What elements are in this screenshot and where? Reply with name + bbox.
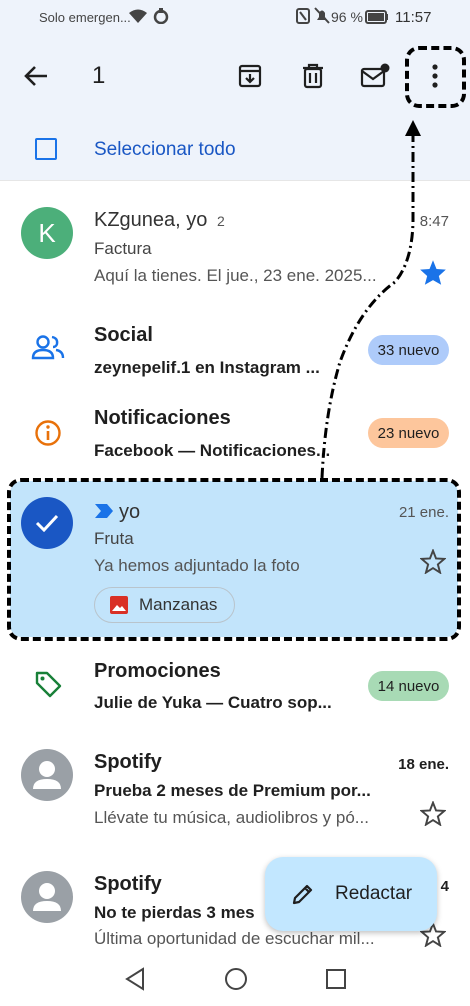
thread-count: 2 bbox=[216, 213, 225, 229]
battery-icon bbox=[365, 10, 389, 27]
avatar bbox=[21, 749, 73, 801]
app-notification-icon bbox=[152, 8, 170, 27]
mail-unread-icon bbox=[360, 63, 390, 88]
nav-home-icon[interactable] bbox=[224, 967, 248, 996]
avatar bbox=[21, 871, 73, 923]
selected-email-highlight bbox=[7, 478, 461, 641]
category-title: Social bbox=[94, 324, 153, 346]
wifi-icon bbox=[128, 8, 148, 27]
email-time: 18 ene. bbox=[398, 756, 449, 773]
email-time: 4 bbox=[440, 878, 449, 895]
star-outline-icon[interactable] bbox=[419, 799, 447, 831]
email-subject: Factura bbox=[94, 239, 152, 258]
sender-name: Spotify bbox=[94, 873, 162, 895]
avatar-letter: K bbox=[38, 217, 56, 248]
nav-back-icon[interactable] bbox=[124, 967, 146, 996]
carrier-text: Solo emergen... bbox=[39, 10, 131, 25]
delete-button[interactable] bbox=[291, 54, 335, 98]
select-all-label[interactable]: Seleccionar todo bbox=[94, 139, 236, 161]
system-nav-bar bbox=[0, 955, 470, 1006]
person-icon bbox=[33, 761, 61, 789]
trash-icon bbox=[303, 63, 323, 89]
more-vert-icon bbox=[432, 64, 438, 88]
compose-button[interactable]: Redactar bbox=[265, 857, 437, 931]
email-snippet: Última oportunidad de escuchar mil... bbox=[94, 929, 375, 948]
email-row[interactable]: Spotify 18 ene. Prueba 2 meses de Premiu… bbox=[0, 735, 470, 847]
compose-label: Redactar bbox=[335, 883, 413, 904]
pencil-icon bbox=[291, 882, 315, 906]
status-bar: Solo emergen... 96 % 11:57 bbox=[0, 0, 470, 36]
category-preview: Julie de Yuka — Cuatro sop... bbox=[94, 693, 332, 712]
mute-icon bbox=[314, 7, 330, 27]
select-all-checkbox[interactable] bbox=[35, 138, 57, 160]
nfc-icon bbox=[296, 8, 310, 27]
category-title: Notificaciones bbox=[94, 407, 231, 429]
person-icon bbox=[33, 883, 61, 911]
category-title: Promociones bbox=[94, 660, 221, 682]
info-icon bbox=[34, 419, 62, 452]
archive-button[interactable] bbox=[228, 54, 272, 98]
email-subject: No te pierdas 3 mes bbox=[94, 903, 255, 922]
nav-recents-icon[interactable] bbox=[325, 968, 347, 995]
back-button[interactable] bbox=[14, 54, 58, 98]
battery-percent: 96 % bbox=[331, 9, 363, 25]
email-snippet: Llévate tu música, audiolibros y pó... bbox=[94, 808, 369, 827]
back-arrow-icon bbox=[24, 66, 47, 86]
sender-name: Spotify bbox=[94, 751, 162, 773]
category-row-promotions[interactable]: Promociones Julie de Yuka — Cuatro sop..… bbox=[0, 646, 470, 728]
more-options-button[interactable] bbox=[413, 54, 457, 98]
clock: 11:57 bbox=[395, 9, 432, 26]
email-subject: Prueba 2 meses de Premium por... bbox=[94, 781, 371, 800]
tag-icon bbox=[34, 670, 62, 703]
mark-unread-button[interactable] bbox=[353, 54, 397, 98]
annotation-arrow bbox=[320, 120, 421, 479]
new-count-badge: 14 nuevo bbox=[368, 671, 449, 701]
sender-name: KZgunea, yo 2 bbox=[94, 209, 225, 231]
social-icon bbox=[31, 334, 65, 365]
avatar: K bbox=[21, 207, 73, 259]
archive-icon bbox=[238, 64, 262, 88]
selected-count: 1 bbox=[92, 62, 106, 89]
